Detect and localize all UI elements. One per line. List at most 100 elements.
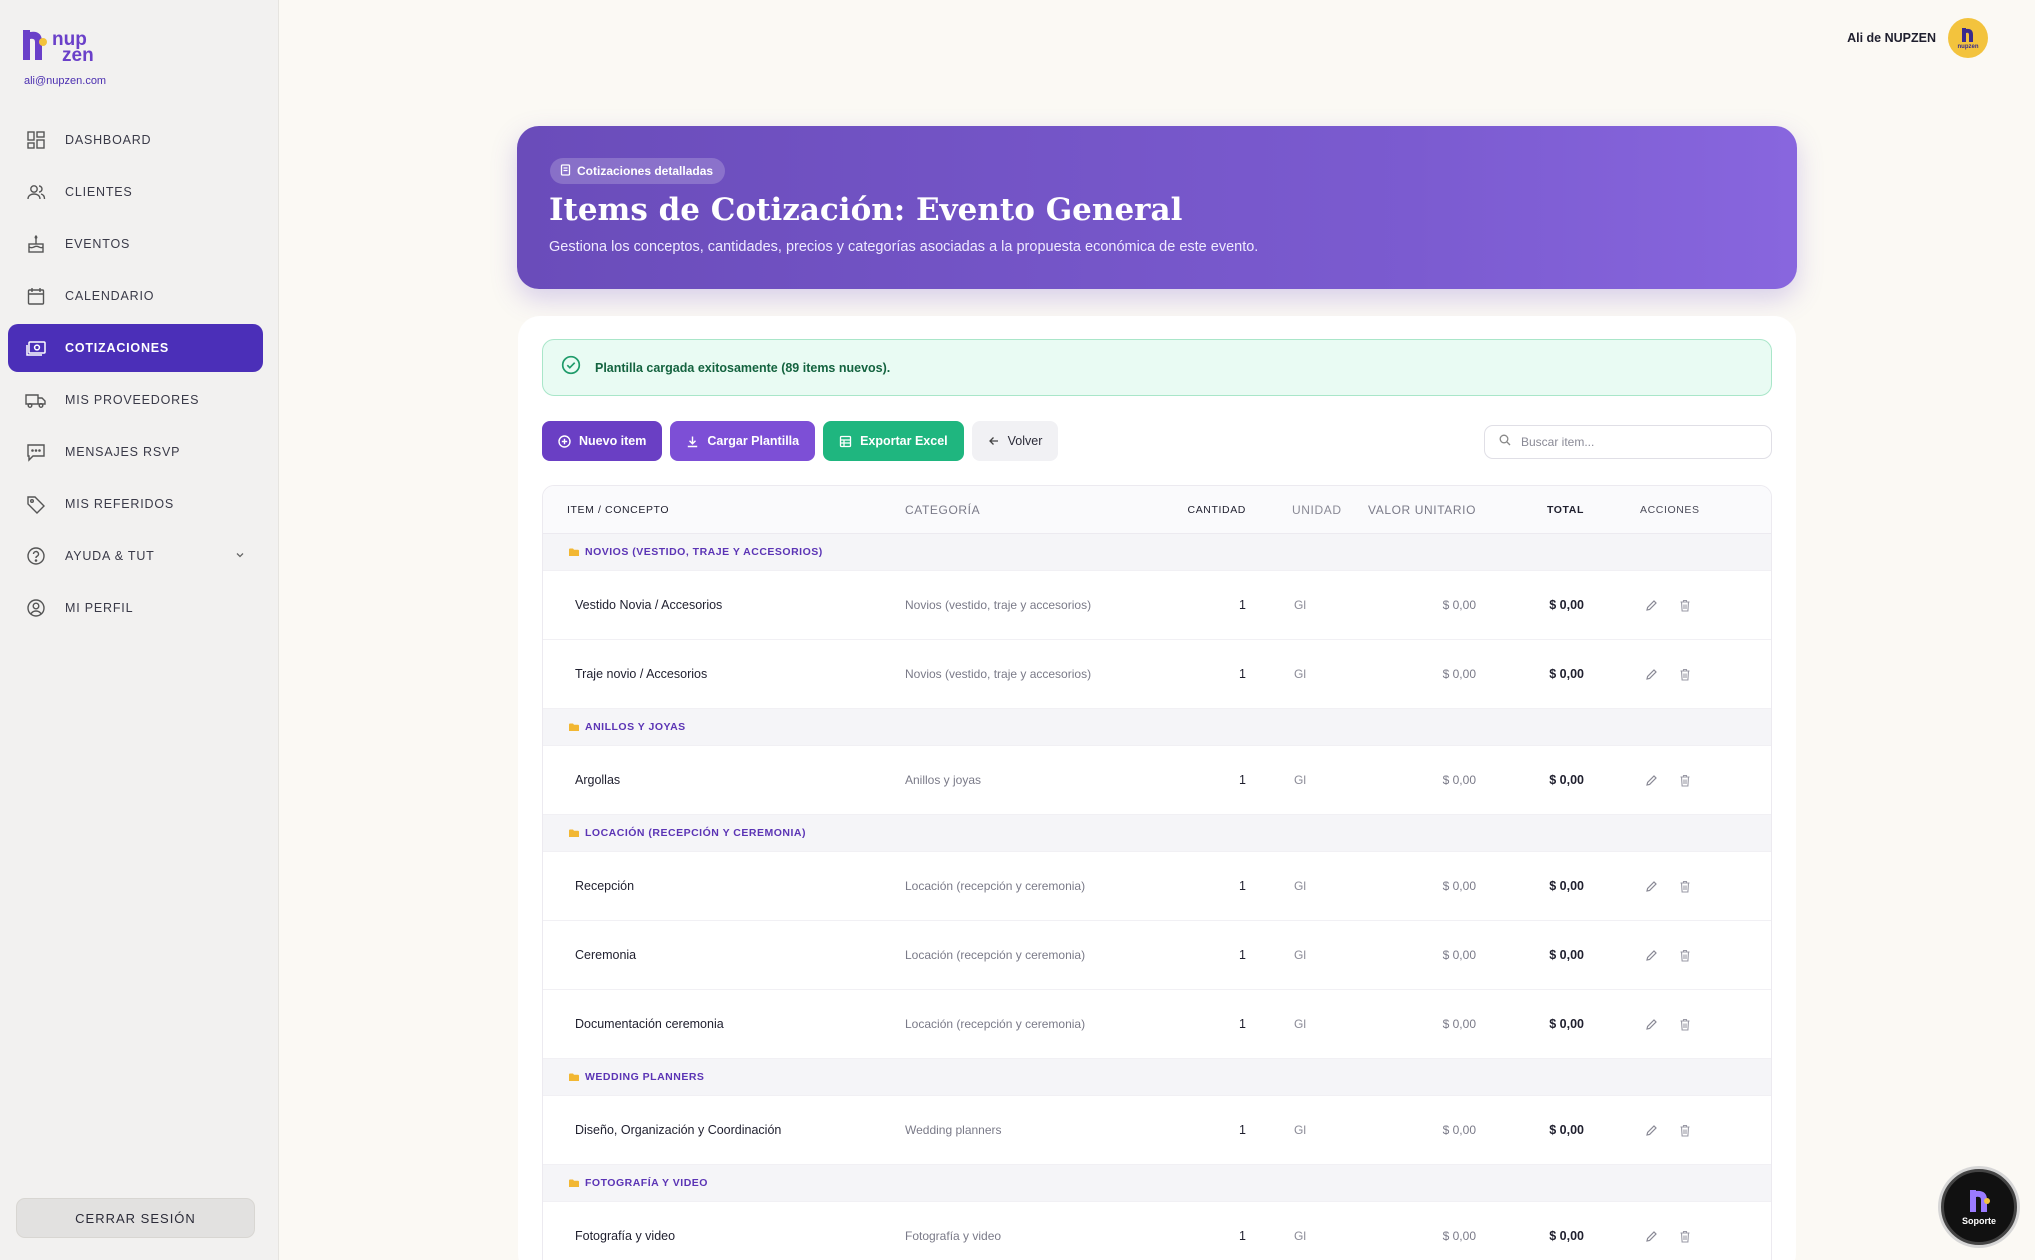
table-row[interactable]: Diseño, Organización y Coordinación Weddi… [543,1096,1771,1165]
category-group-name: FOTOGRAFÍA Y VIDEO [585,1177,708,1189]
table-row[interactable]: Traje novio / Accesorios Novios (vestido,… [543,640,1771,709]
sidebar-item-dashboard[interactable]: DASHBOARD [8,116,263,164]
trash-icon[interactable] [1678,667,1692,681]
item-quantity: 1 [1239,773,1246,787]
table-row[interactable]: Argollas Anillos y joyas 1 Gl $ 0,00 $ 0,00 [543,746,1771,815]
export-excel-button[interactable]: Exportar Excel [823,421,964,461]
column-header-unit-value[interactable]: VALOR UNITARIO [1351,503,1476,517]
avatar[interactable]: nupzen [1948,18,1988,58]
edit-icon[interactable] [1644,773,1658,787]
column-header-item[interactable]: ITEM / CONCEPTO [543,504,905,516]
folder-icon [569,723,579,732]
item-unit-value: $ 0,00 [1442,773,1476,787]
item-unit: Gl [1294,1123,1306,1137]
item-unit-value: $ 0,00 [1442,879,1476,893]
item-total: $ 0,00 [1549,1123,1584,1137]
edit-icon[interactable] [1644,1017,1658,1031]
avatar-label: nupzen [1957,43,1979,50]
quote-items-card: Plantilla cargada exitosamente (89 items… [518,316,1796,1260]
user-menu[interactable]: Ali de NUPZEN nupzen [1847,18,1988,58]
arrow-left-icon [988,435,1000,447]
trash-icon[interactable] [1678,598,1692,612]
row-actions [1584,879,1744,893]
row-actions [1584,598,1744,612]
sidebar-item-cotizaciones[interactable]: COTIZACIONES [8,324,263,372]
column-header-total[interactable]: TOTAL [1476,504,1584,516]
edit-icon[interactable] [1644,1123,1658,1137]
category-group-label: LOCACIÓN (RECEPCIÓN Y CEREMONIA) [543,827,806,839]
item-unit: Gl [1294,1229,1306,1243]
item-quantity: 1 [1239,1017,1246,1031]
trash-icon[interactable] [1678,948,1692,962]
logout-button[interactable]: CERRAR SESIÓN [16,1198,255,1238]
sidebar-item-calendario[interactable]: CALENDARIO [8,272,263,320]
item-unit-value: $ 0,00 [1442,1017,1476,1031]
sidebar-item-label: MI PERFIL [65,601,134,615]
folder-icon [569,1073,579,1082]
item-quantity: 1 [1239,1229,1246,1243]
hero-badge: Cotizaciones detalladas [550,158,726,184]
trash-icon[interactable] [1678,879,1692,893]
trash-icon[interactable] [1678,1123,1692,1137]
table-row[interactable]: Recepción Locación (recepción y ceremonia… [543,852,1771,921]
sidebar-item-ayuda[interactable]: AYUDA & TUT [8,532,263,580]
table-row[interactable]: Documentación ceremonia Locación (recepci… [543,990,1771,1059]
item-concept: Documentación ceremonia [575,1017,724,1031]
sidebar-item-label: MIS REFERIDOS [65,497,175,511]
row-actions [1584,773,1744,787]
sidebar-item-mi-perfil[interactable]: MI PERFIL [8,584,263,632]
category-group-name: LOCACIÓN (RECEPCIÓN Y CEREMONIA) [585,827,806,839]
edit-icon[interactable] [1644,598,1658,612]
edit-icon[interactable] [1644,1229,1658,1243]
sidebar-item-mis-proveedores[interactable]: MIS PROVEEDORES [8,376,263,424]
column-header-unit[interactable]: UNIDAD [1246,503,1351,517]
truck-icon [25,389,47,411]
sidebar-item-mis-referidos[interactable]: MIS REFERIDOS [8,480,263,528]
search-box [1484,425,1772,459]
table-row[interactable]: Ceremonia Locación (recepción y ceremonia… [543,921,1771,990]
back-button[interactable]: Volver [971,421,1059,461]
item-category: Anillos y joyas [905,773,982,787]
category-group-label: ANILLOS Y JOYAS [543,721,686,733]
sidebar-item-label: MENSAJES RSVP [65,445,181,459]
column-header-category[interactable]: CATEGORÍA [905,503,1155,517]
row-actions [1584,1123,1744,1137]
sidebar-item-eventos[interactable]: EVENTOS [8,220,263,268]
item-total: $ 0,00 [1549,773,1584,787]
sidebar-item-label: DASHBOARD [65,133,152,147]
sidebar-item-mensajes-rsvp[interactable]: MENSAJES RSVP [8,428,263,476]
new-item-button[interactable]: Nuevo item [542,421,663,461]
table-row[interactable]: Vestido Novia / Accesorios Novios (vestid… [543,571,1771,640]
chevron-down-icon[interactable] [235,547,245,565]
support-button[interactable]: Soporte [1941,1169,2017,1245]
calendar-icon [25,285,47,307]
item-unit-value: $ 0,00 [1442,667,1476,681]
category-group-name: NOVIOS (VESTIDO, TRAJE Y ACCESORIOS) [585,546,823,558]
brand-logo[interactable]: nup zen [22,28,94,65]
sidebar-item-clientes[interactable]: CLIENTES [8,168,263,216]
hero-badge-label: Cotizaciones detalladas [577,164,714,178]
trash-icon[interactable] [1678,1229,1692,1243]
search-input[interactable] [1521,435,1751,449]
row-actions [1584,1017,1744,1031]
load-template-button[interactable]: Cargar Plantilla [670,421,816,461]
sidebar-item-label: COTIZACIONES [65,341,170,355]
table-body: NOVIOS (VESTIDO, TRAJE Y ACCESORIOS) Vest… [543,534,1771,1260]
edit-icon[interactable] [1644,879,1658,893]
item-concept: Fotografía y video [575,1229,676,1243]
trash-icon[interactable] [1678,773,1692,787]
table-row[interactable]: Fotografía y video Fotografía y video 1 Gl $… [543,1202,1771,1260]
category-group-label: WEDDING PLANNERS [543,1071,704,1083]
item-category: Locación (recepción y ceremonia) [905,948,1086,962]
item-total: $ 0,00 [1549,879,1584,893]
sidebar-item-label: CLIENTES [65,185,133,199]
edit-icon[interactable] [1644,948,1658,962]
item-total: $ 0,00 [1549,1017,1584,1031]
document-icon [560,163,571,179]
trash-icon[interactable] [1678,1017,1692,1031]
edit-icon[interactable] [1644,667,1658,681]
spreadsheet-icon [839,435,852,448]
column-header-qty[interactable]: CANTIDAD [1155,504,1246,516]
sidebar: nup zen ali@nupzen.com DASHBOARD CLIENTES… [0,0,279,1260]
items-table: ITEM / CONCEPTO CATEGORÍA CANTIDAD UNIDA… [542,485,1772,1260]
